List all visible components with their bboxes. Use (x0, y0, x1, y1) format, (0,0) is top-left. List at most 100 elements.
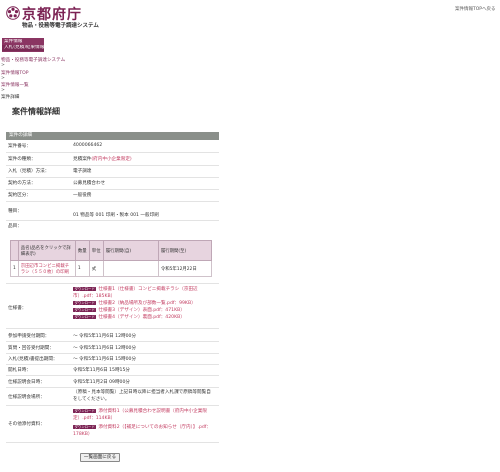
column-header-unit: 単位 (88, 240, 104, 261)
briefing-location-line-2: をしてください。 (73, 397, 110, 402)
field-value-contract-method: 公募見積合わせ (73, 181, 106, 186)
breadcrumb-list[interactable]: 案件情報一覧 (1, 82, 29, 88)
items-table: 品名(品名をクリックで詳細表示) 数量 単位 履行期間(自) 履行期間(至) 1… (10, 240, 213, 277)
other-file-1-cont[interactable]: 定）.pdf：114KB） (73, 415, 115, 422)
field-label-contract-method: 契約の方法： (8, 181, 36, 186)
breadcrumb-separator: > (1, 76, 5, 81)
field-value-question-period: ～ 令和5年11月6日 12時00分 (73, 346, 137, 351)
field-value-opening-datetime: 令和5年11月6日 15時15分 (73, 368, 130, 373)
row-divider (6, 201, 219, 202)
table-header-row: 品名(品名をクリックで詳細表示) 数量 単位 履行期間(自) 履行期間(至) (10, 240, 213, 261)
field-label-specs: 仕様書： (8, 306, 27, 311)
row-divider (6, 189, 219, 190)
cell-period-to: 令和5年12月22日 (157, 260, 213, 277)
other-file-2-line-2[interactable]: 178KB） (73, 432, 93, 437)
spec-file-4[interactable]: ダウンロード 仕様書4（デザイン）裏面.pdf：420KB） (73, 314, 185, 321)
row-divider (6, 375, 219, 376)
field-label-items: 品目： (8, 224, 22, 229)
field-label-briefing-location: 仕様説明会場所： (8, 395, 45, 400)
field-value-bid-method: 電子調達 (73, 169, 92, 174)
cell-item-name: 京田辺市コンビニ掲載チラシ（５５０枚）の印刷 (17, 260, 76, 277)
other-file-2[interactable]: ダウンロード 添付資料2（【補足についてのお知らせ（庁内）】.pdf： (73, 424, 211, 431)
spec-file-2-link[interactable]: 仕様書2（納品場所及び部数一覧.pdf：99KB） (98, 301, 195, 306)
field-label-briefing-datetime: 仕様説明会日時： (8, 380, 45, 385)
field-value-project-no: 4000066462 (73, 143, 103, 148)
breadcrumb-system[interactable]: 物品・役務等電子調達システム (1, 57, 65, 63)
spec-file-1[interactable]: ダウンロード 仕様書1（仕様書）コンビニ掲載チラシ（京田辺 (73, 286, 198, 293)
cell-row-number: 1 (10, 260, 19, 277)
field-label-bid-submission-period: 入札(見積)書提出期間： (8, 357, 58, 362)
row-divider (6, 341, 219, 342)
download-badge: ダウンロード (73, 408, 97, 414)
field-label-contract-category: 契約区分： (8, 193, 31, 198)
top-link[interactable]: 案件情報TOPへ戻る (455, 6, 496, 12)
row-divider (6, 364, 219, 365)
item-name-link[interactable]: 京田辺市コンビニ掲載チラシ（５５０枚）の印刷 (21, 264, 69, 275)
field-label-opening-datetime: 開札日時： (8, 368, 31, 373)
project-type-text: 見積案件 (73, 157, 92, 162)
spec-file-4-link[interactable]: 仕様書4（デザイン）裏面.pdf：420KB） (98, 315, 184, 320)
section-header-details: 案件の詳細 (6, 132, 219, 140)
spec-file-1-cont[interactable]: 市）.pdf：185KB） (73, 293, 115, 300)
page-title: 案件情報詳細 (12, 107, 60, 116)
field-label-bid-method: 入札（見積）方法： (8, 169, 50, 174)
sme-limited-link[interactable]: (府内中小企業限定) (91, 157, 131, 162)
prefecture-emblem-icon (6, 6, 20, 20)
row-divider (6, 442, 219, 443)
field-value-bid-submission-period: ～ 令和5年11月6日 15時00分 (73, 357, 137, 362)
breadcrumb-top[interactable]: 案件情報TOP (1, 70, 29, 76)
sidebar-nav: 案件情報 入札(見積)結果情報 (2, 38, 44, 52)
field-value-item-class: 01 物品等 001 印刷・製本 001 一般印刷 (73, 213, 159, 218)
row-divider (6, 152, 219, 153)
download-badge: ダウンロード (73, 307, 97, 313)
download-badge: ダウンロード (73, 300, 97, 306)
column-header-period-from: 履行期間(自) (102, 240, 159, 261)
field-value-contract-category: 一般役務 (73, 193, 92, 198)
briefing-location-line-1: （原稿・見本等閲覧）上記日時以降に担当者入札課で原稿等閲覧自 (73, 390, 211, 395)
breadcrumb-current: 案件詳細 (1, 95, 20, 100)
column-header-period-to: 履行期間(至) (157, 240, 213, 261)
column-header (10, 240, 19, 261)
sidebar-item-results[interactable]: 入札(見積)結果情報 (2, 45, 44, 51)
cell-quantity: 1 (74, 260, 90, 277)
row-divider (6, 405, 219, 406)
download-badge: ダウンロード (73, 314, 97, 320)
field-label-item-class: 種目： (8, 209, 22, 214)
field-label-question-period: 質問・回答受付期間： (8, 346, 54, 351)
download-badge: ダウンロード (73, 286, 97, 292)
other-file-1[interactable]: ダウンロード 添付資料1（公募見積合わせ説明書（府内中小企業限 (73, 408, 207, 415)
field-label-project-no: 案件番号： (8, 144, 31, 149)
download-badge: ダウンロード (73, 424, 97, 430)
breadcrumb-separator: > (1, 63, 5, 68)
other-file-1-line-1[interactable]: 添付資料1（公募見積合わせ説明書（府内中小企業限 (98, 409, 207, 414)
field-value-project-type: 見積案件(府内中小企業限定) (73, 156, 132, 162)
cell-period-from (102, 260, 159, 277)
column-header-quantity: 数量 (74, 240, 90, 261)
field-label-project-type: 案件の種類： (8, 157, 36, 162)
column-header-item-name: 品名(品名をクリックで詳細表示) (17, 240, 76, 261)
spec-file-1-line-1[interactable]: 仕様書1（仕様書）コンビニ掲載チラシ（京田辺 (98, 287, 197, 292)
spec-file-1-line-2[interactable]: 市）.pdf：185KB） (73, 294, 115, 299)
row-divider (6, 387, 219, 388)
row-divider (6, 283, 219, 284)
row-divider (6, 328, 219, 329)
row-divider (6, 165, 219, 166)
system-name: 物品・役務等電子調達システム (22, 23, 99, 29)
table-row: 1 京田辺市コンビニ掲載チラシ（５５０枚）の印刷 1 式 令和5年12月22日 (10, 260, 213, 277)
cell-unit: 式 (88, 260, 104, 277)
row-divider (6, 177, 219, 178)
row-divider (6, 220, 219, 221)
row-divider (6, 353, 219, 354)
other-file-1-line-2[interactable]: 定）.pdf：114KB） (73, 416, 115, 421)
spec-file-2[interactable]: ダウンロード 仕様書2（納品場所及び部数一覧.pdf：99KB） (73, 300, 196, 307)
spec-file-3-link[interactable]: 仕様書3（デザイン）表面.pdf：471KB） (98, 308, 184, 313)
back-to-list-button[interactable]: 一覧画面に戻る (80, 453, 120, 462)
field-value-application-period: ～ 令和5年11月6日 12時00分 (73, 334, 137, 339)
other-file-2-cont[interactable]: 178KB） (73, 431, 93, 438)
field-label-application-period: 参加申請受付期間： (8, 334, 50, 339)
field-label-other-attachments: その他添付資料： (8, 422, 45, 427)
spec-file-3[interactable]: ダウンロード 仕様書3（デザイン）表面.pdf：471KB） (73, 307, 185, 314)
breadcrumb-separator: > (1, 88, 5, 93)
field-value-briefing-datetime: 令和5年11月2日 09時00分 (73, 380, 130, 385)
other-file-2-line-1[interactable]: 添付資料2（【補足についてのお知らせ（庁内）】.pdf： (98, 425, 211, 430)
